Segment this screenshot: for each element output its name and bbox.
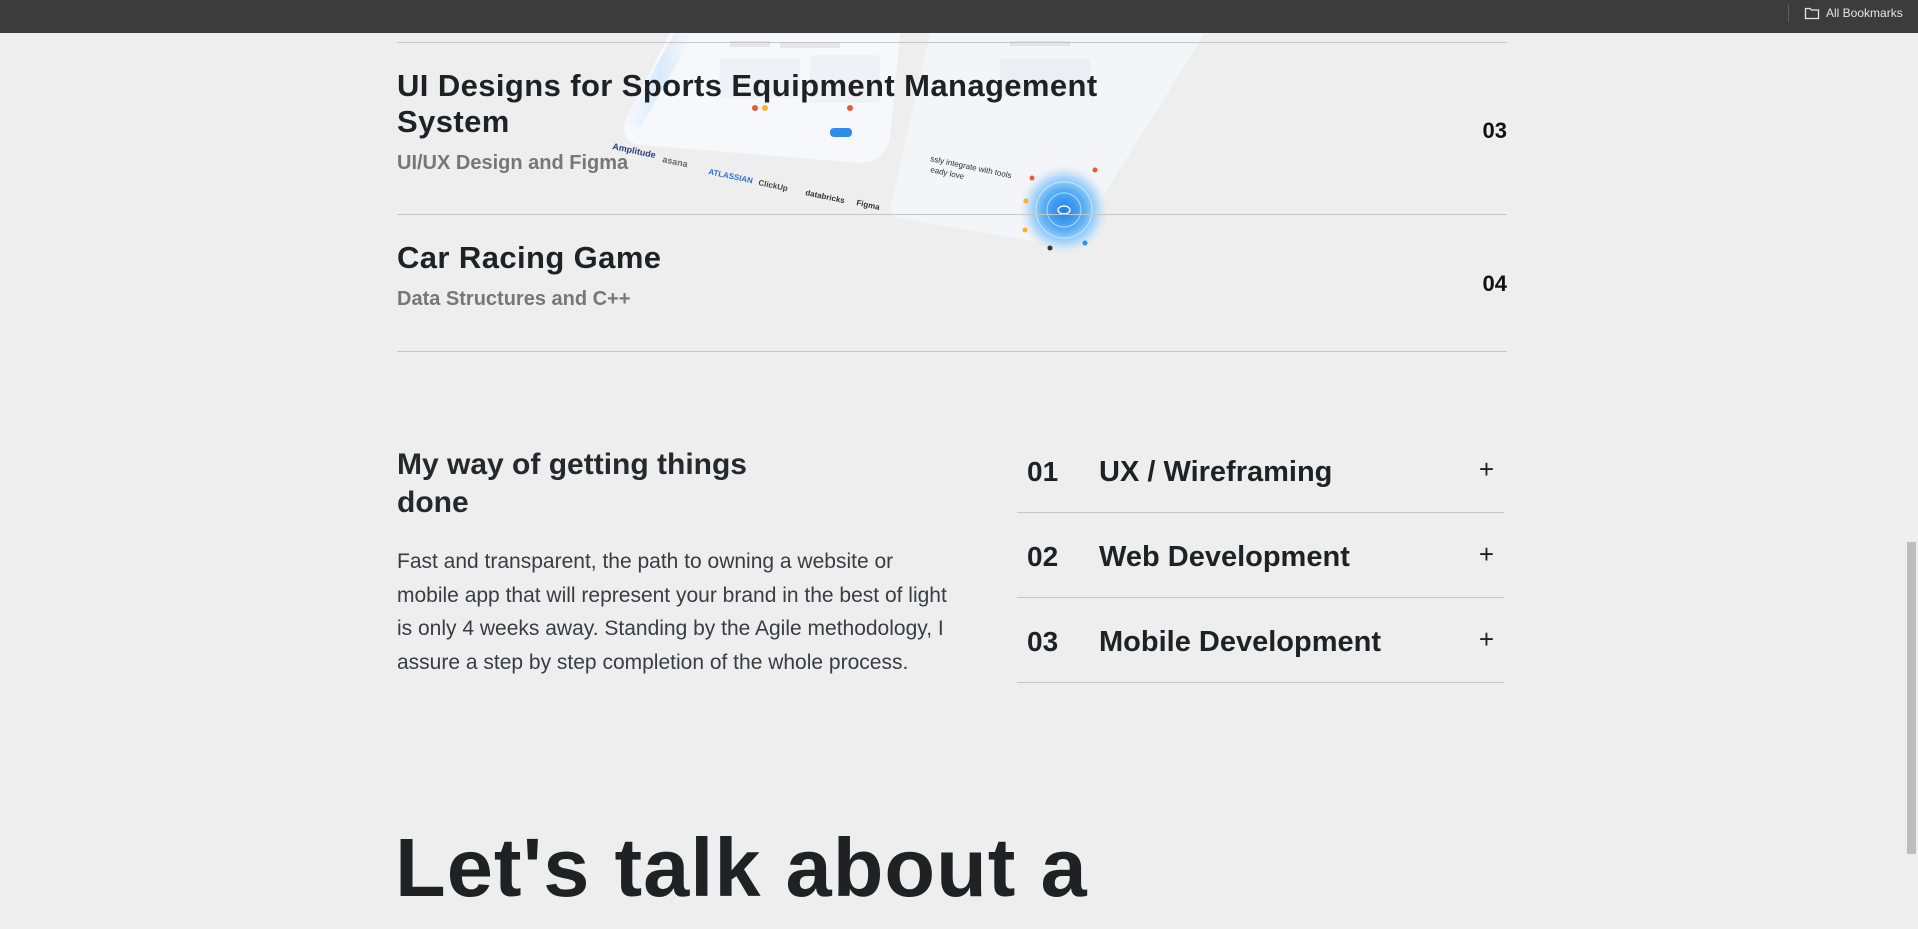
scrollbar-thumb[interactable] <box>1907 542 1916 854</box>
service-label: Web Development <box>1099 541 1350 573</box>
project-number: 04 <box>1482 271 1507 296</box>
service-number: 02 <box>1027 541 1059 572</box>
toolbar-divider <box>1788 4 1789 22</box>
all-bookmarks-button[interactable]: All Bookmarks <box>1804 3 1903 23</box>
service-accordion-mobile[interactable]: 03 Mobile Development + <box>1017 597 1504 683</box>
contact-cta-heading: Let's talk about a <box>395 821 1088 914</box>
expand-plus-icon[interactable]: + <box>1479 624 1494 655</box>
project-row-04[interactable]: Car Racing Game Data Structures and C++ … <box>397 214 1507 352</box>
project-row-03[interactable]: UI Designs for Sports Equipment Manageme… <box>397 42 1507 215</box>
process-description: Fast and transparent, the path to owning… <box>397 550 947 674</box>
project-number: 03 <box>1482 118 1507 143</box>
service-number: 01 <box>1027 456 1059 487</box>
service-label: Mobile Development <box>1099 626 1381 658</box>
folder-icon <box>1804 7 1820 20</box>
project-title: UI Designs for Sports Equipment Manageme… <box>397 68 1098 139</box>
expand-plus-icon[interactable]: + <box>1479 454 1494 485</box>
service-label: UX / Wireframing <box>1099 456 1333 488</box>
project-title: Car Racing Game <box>397 240 662 275</box>
all-bookmarks-label: All Bookmarks <box>1826 6 1903 20</box>
process-heading: My way of getting things done <box>397 448 747 519</box>
service-accordion-ux[interactable]: 01 UX / Wireframing + <box>1017 427 1504 513</box>
bookmarks-bar: All Bookmarks <box>0 0 1918 33</box>
service-number: 03 <box>1027 626 1059 657</box>
service-accordion-web[interactable]: 02 Web Development + <box>1017 512 1504 598</box>
expand-plus-icon[interactable]: + <box>1479 539 1494 570</box>
page-scrollbar[interactable] <box>1904 33 1918 929</box>
project-subtitle: Data Structures and C++ <box>397 288 631 310</box>
project-subtitle: UI/UX Design and Figma <box>397 152 629 174</box>
